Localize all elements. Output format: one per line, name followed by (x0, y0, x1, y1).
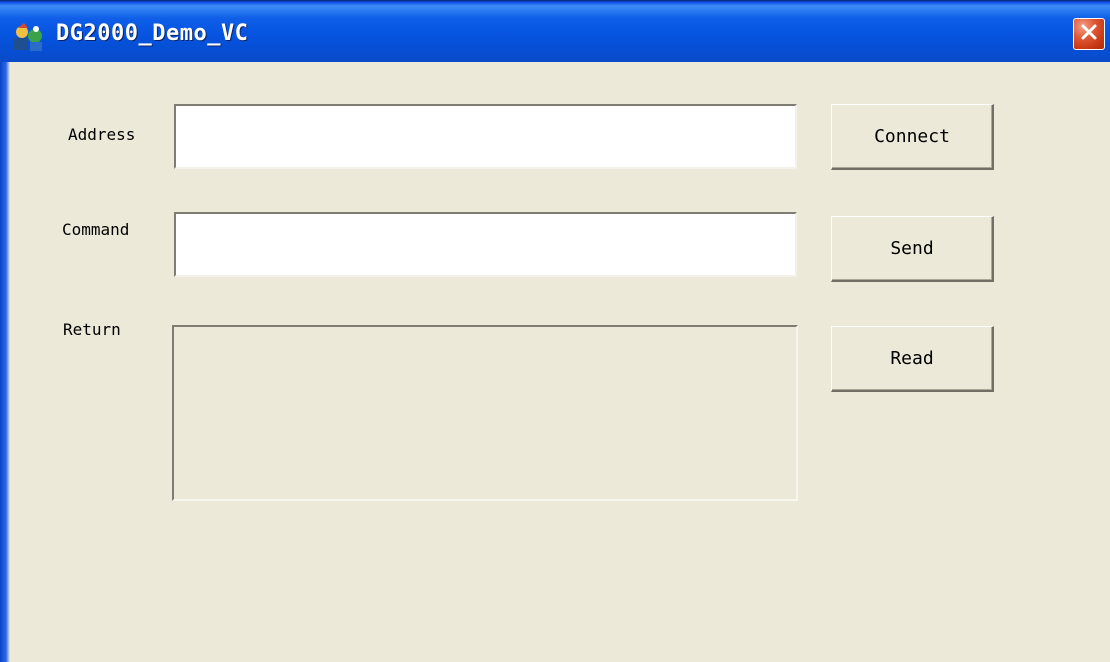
return-output[interactable] (172, 325, 798, 501)
close-button[interactable] (1073, 18, 1105, 50)
address-label: Address (68, 125, 136, 144)
connect-button[interactable]: Connect (831, 104, 994, 170)
read-button[interactable]: Read (831, 326, 994, 392)
window-left-border (0, 62, 10, 662)
title-bar[interactable]: DG2000_Demo_VC (0, 0, 1110, 62)
address-input[interactable] (174, 104, 797, 169)
command-label: Command (62, 220, 130, 239)
return-label: Return (63, 320, 121, 339)
command-input[interactable] (174, 212, 797, 277)
close-icon (1079, 22, 1099, 46)
app-icon[interactable] (12, 20, 46, 54)
dialog-window: DG2000_Demo_VC Address Command Return Co… (0, 0, 1110, 662)
send-button[interactable]: Send (831, 216, 994, 282)
window-title: DG2000_Demo_VC (56, 21, 249, 46)
